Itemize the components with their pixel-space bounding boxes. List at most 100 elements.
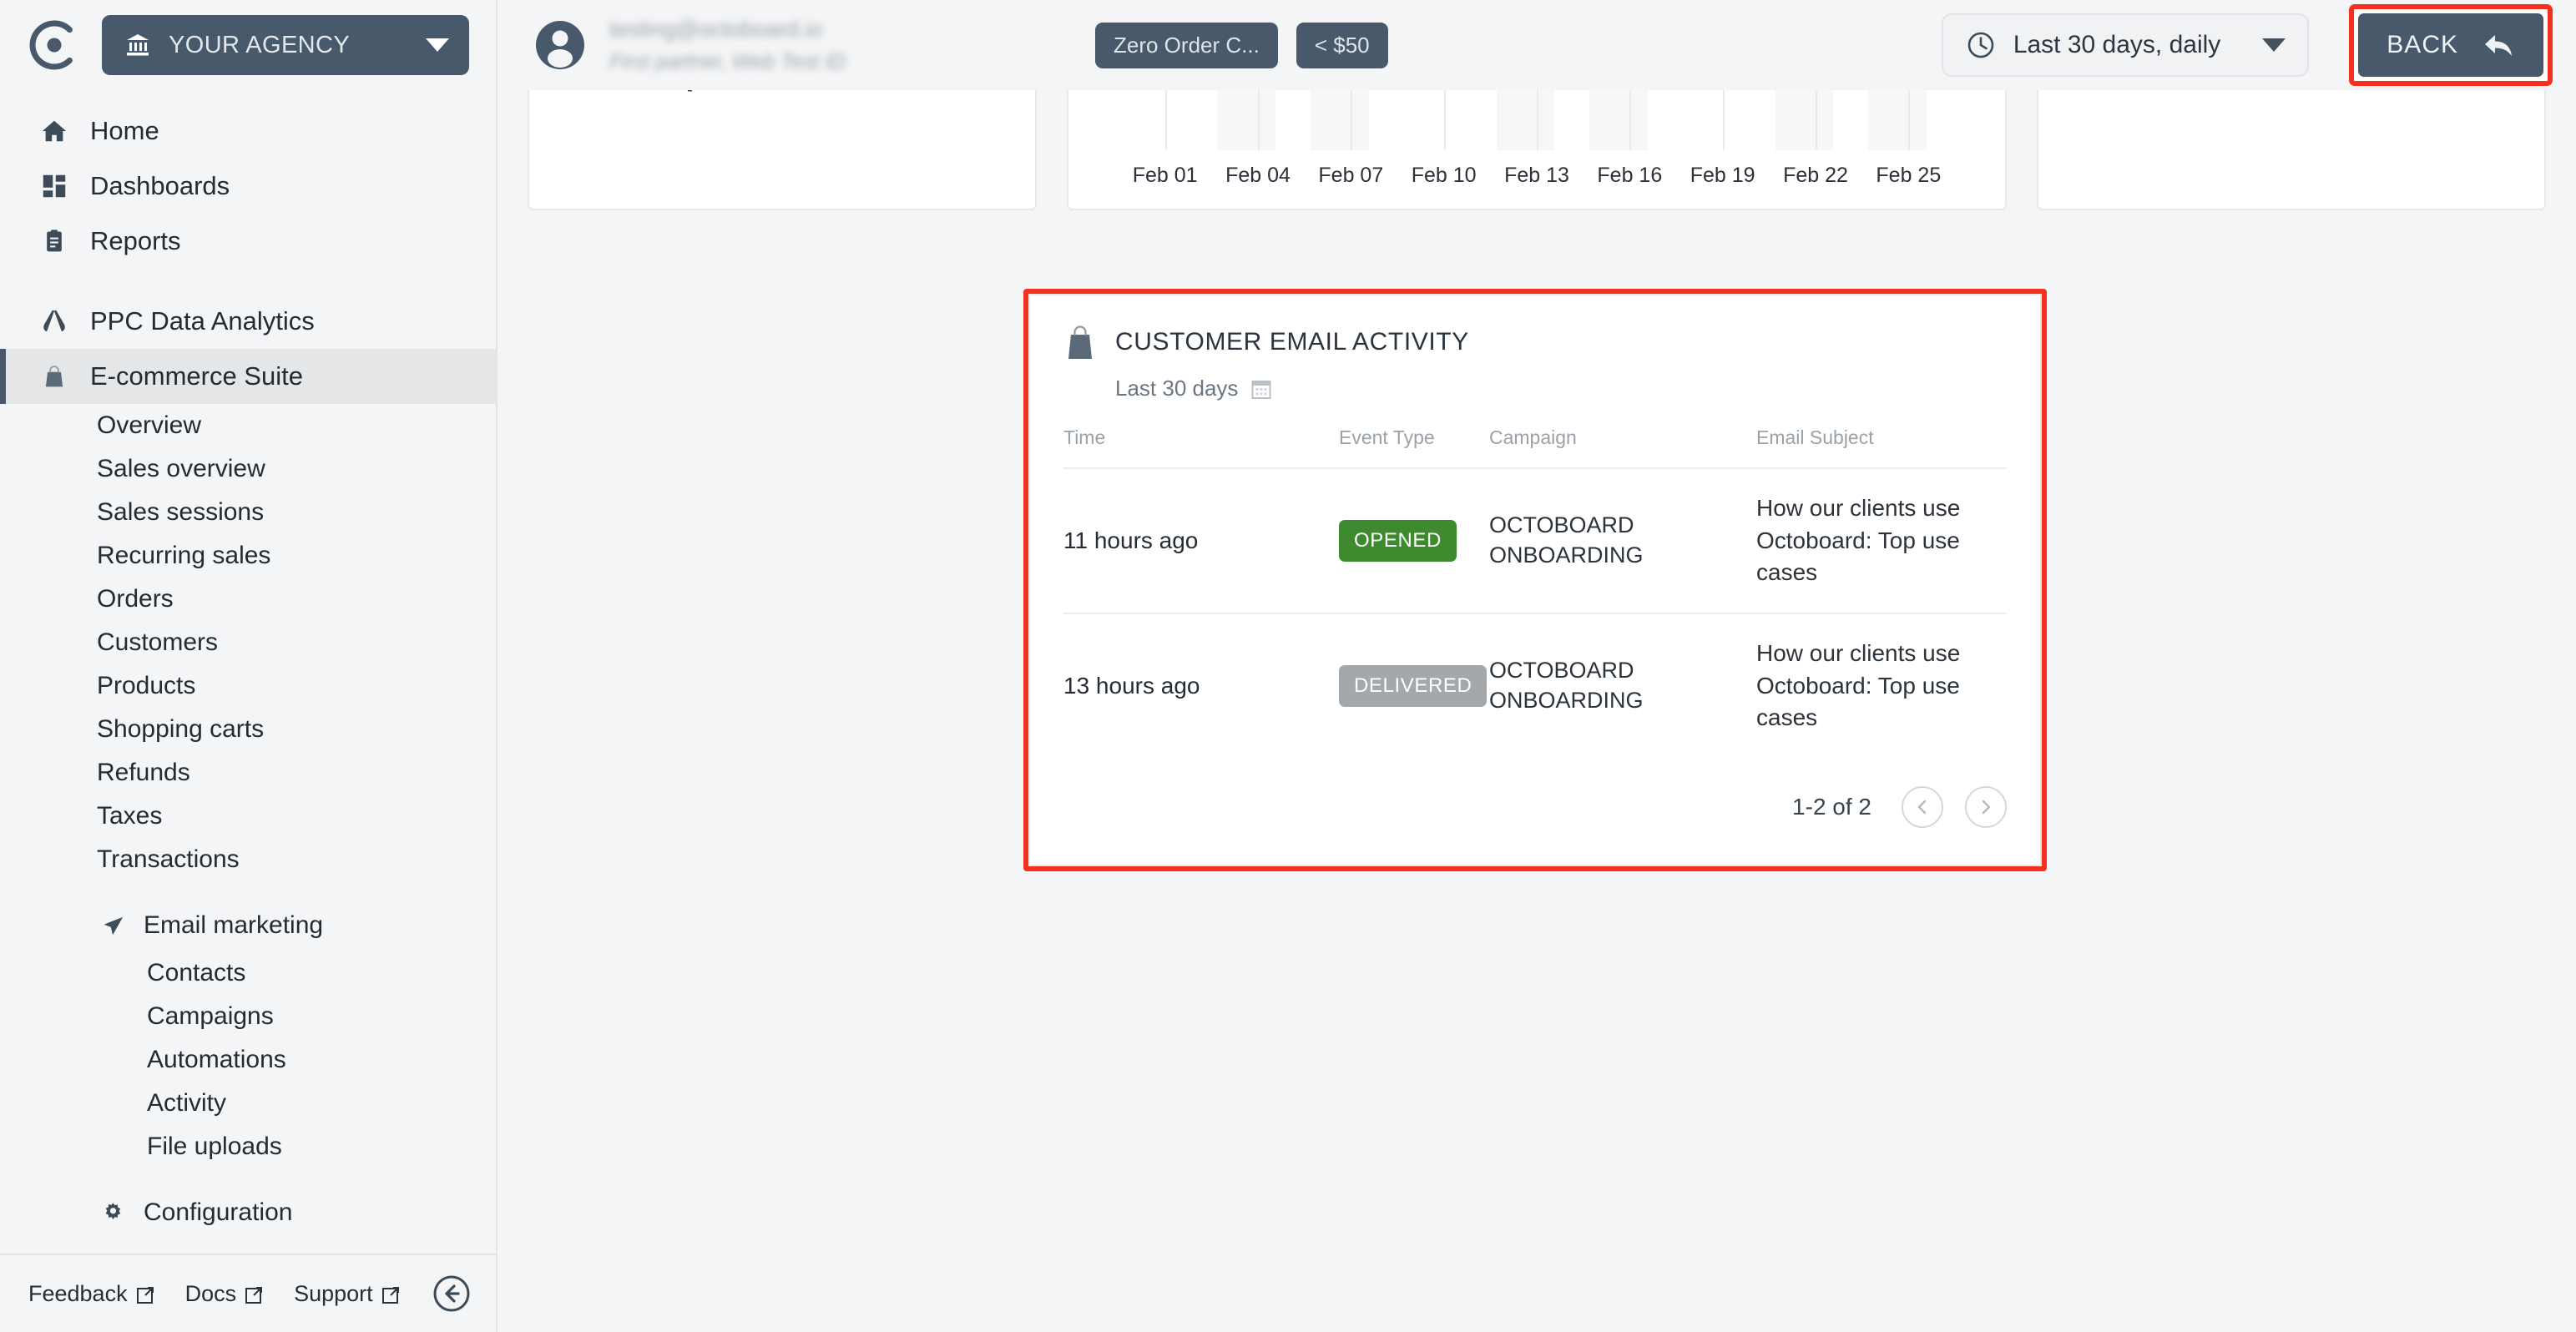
main-content: 0 / period Feb 01 Feb 04 Feb 07 Feb 10 Feb 1… bbox=[498, 90, 2576, 1332]
kpi-value-row: 0 / period bbox=[573, 90, 815, 93]
sidebar-item-shopping-carts[interactable]: Shopping carts bbox=[0, 708, 496, 751]
top-bar-left: YOUR AGENCY bbox=[0, 0, 498, 90]
status-badge: DELIVERED bbox=[1339, 664, 1488, 707]
sidebar-subitem-label: Orders bbox=[97, 585, 174, 613]
chart-x-tick-label: Feb 07 bbox=[1318, 164, 1384, 187]
calendar-icon[interactable] bbox=[1251, 378, 1271, 400]
back-button[interactable]: BACK bbox=[2358, 13, 2543, 77]
sidebar-subitem-label: Refunds bbox=[97, 759, 190, 786]
ppc-analytics-icon bbox=[40, 307, 68, 336]
secondary-widget[interactable] bbox=[2037, 90, 2546, 210]
table-row[interactable]: 11 hours ago OPENED OCTOBOARD ONBOARDING… bbox=[1063, 467, 2007, 613]
kpi-value: 0 bbox=[621, 90, 647, 93]
chart-x-tick-label: Feb 01 bbox=[1132, 164, 1198, 187]
sidebar-item-reports[interactable]: Reports bbox=[0, 214, 496, 269]
sidebar-item-campaigns[interactable]: Campaigns bbox=[0, 995, 496, 1038]
back-button-label: BACK bbox=[2387, 31, 2458, 58]
sidebar-item-transactions[interactable]: Transactions bbox=[0, 838, 496, 881]
back-button-highlight: BACK bbox=[2349, 4, 2553, 86]
chart-x-axis: Feb 01 Feb 04 Feb 07 Feb 10 Feb 13 Feb 16 Feb … bbox=[1068, 150, 2005, 209]
external-link-icon bbox=[245, 1284, 264, 1304]
collapse-left-arrow-icon[interactable] bbox=[432, 1274, 471, 1313]
sidebar-item-dashboards[interactable]: Dashboards bbox=[0, 159, 496, 214]
chart-weekend-band bbox=[1775, 90, 1834, 150]
chart-weekend-band bbox=[1496, 90, 1555, 150]
sidebar-item-label: PPC Data Analytics bbox=[90, 306, 315, 336]
back-arrow-icon bbox=[2483, 31, 2515, 59]
kpi-widget[interactable]: 0 / period bbox=[528, 90, 1037, 210]
sidebar-item-connections[interactable]: Connections bbox=[0, 1239, 496, 1254]
sidebar-footer: Feedback Docs Support bbox=[0, 1254, 496, 1332]
column-header-email-subject: Email Subject bbox=[1756, 426, 1874, 448]
footer-link-docs[interactable]: Docs bbox=[185, 1281, 265, 1307]
user-avatar-icon[interactable] bbox=[534, 19, 586, 71]
external-link-icon bbox=[136, 1284, 155, 1304]
sidebar-item-file-uploads[interactable]: File uploads bbox=[0, 1125, 496, 1168]
footer-link-feedback[interactable]: Feedback bbox=[28, 1281, 155, 1307]
sidebar-subitem-label: Taxes bbox=[97, 802, 163, 830]
filter-pill-price[interactable]: < $50 bbox=[1296, 22, 1388, 68]
chart-x-tick-label: Feb 04 bbox=[1225, 164, 1291, 187]
email-activity-table: Time Event Type Campaign Email Subject 1… bbox=[1063, 426, 2007, 758]
bank-icon bbox=[125, 33, 150, 58]
activity-card-header: CUSTOMER EMAIL ACTIVITY bbox=[1063, 324, 2007, 361]
agency-selector[interactable]: YOUR AGENCY bbox=[102, 15, 469, 75]
dashboards-grid-icon bbox=[40, 172, 68, 200]
octoboard-logo-icon[interactable] bbox=[28, 19, 80, 71]
sidebar-item-products[interactable]: Products bbox=[0, 664, 496, 708]
sidebar-item-label: Home bbox=[90, 116, 159, 145]
sidebar-item-overview[interactable]: Overview bbox=[0, 404, 496, 447]
footer-link-label: Docs bbox=[184, 1280, 237, 1306]
table-row[interactable]: 13 hours ago DELIVERED OCTOBOARD ONBOARD… bbox=[1063, 612, 2007, 758]
column-header-event-type: Event Type bbox=[1339, 426, 1435, 448]
sidebar-item-home[interactable]: Home bbox=[0, 103, 496, 159]
sidebar-item-taxes[interactable]: Taxes bbox=[0, 795, 496, 838]
sidebar-item-recurring-sales[interactable]: Recurring sales bbox=[0, 534, 496, 578]
sidebar-item-email-marketing[interactable]: Email marketing bbox=[0, 900, 496, 951]
cell-time: 11 hours ago bbox=[1063, 467, 1339, 613]
chart-x-tick-label: Feb 19 bbox=[1690, 164, 1755, 187]
cell-email-subject: How our clients use Octoboard: Top use c… bbox=[1756, 612, 2007, 758]
customer-email-activity-highlight: CUSTOMER EMAIL ACTIVITY Last 30 days Tim… bbox=[1023, 289, 2047, 871]
chevron-left-icon bbox=[1917, 800, 1927, 814]
plug-icon bbox=[98, 1250, 127, 1254]
sidebar-item-automations[interactable]: Automations bbox=[0, 1038, 496, 1082]
sidebar-item-refunds[interactable]: Refunds bbox=[0, 751, 496, 795]
sidebar-item-orders[interactable]: Orders bbox=[0, 578, 496, 621]
sidebar-item-contacts[interactable]: Contacts bbox=[0, 951, 496, 995]
sidebar-item-ppc-data-analytics[interactable]: PPC Data Analytics bbox=[0, 294, 496, 349]
chart-gridline bbox=[1443, 90, 1446, 150]
chart-x-tick-label: Feb 16 bbox=[1597, 164, 1663, 187]
chart-x-tick-label: Feb 13 bbox=[1504, 164, 1569, 187]
chart-gridline bbox=[1164, 90, 1167, 150]
chart-weekend-band bbox=[1310, 90, 1369, 150]
sidebar-item-configuration[interactable]: Configuration bbox=[0, 1187, 496, 1239]
sidebar-item-label: Configuration bbox=[144, 1198, 293, 1226]
sidebar-subitem-label: Products bbox=[97, 672, 196, 699]
footer-link-support[interactable]: Support bbox=[294, 1281, 401, 1307]
chart-gridline bbox=[1351, 90, 1353, 150]
date-range-selector[interactable]: Last 30 days, daily bbox=[1941, 13, 2310, 77]
sidebar-item-e-commerce-suite[interactable]: E-commerce Suite bbox=[0, 349, 496, 404]
sidebar-item-activity[interactable]: Activity bbox=[0, 1082, 496, 1125]
column-header-time: Time bbox=[1063, 426, 1106, 448]
shopping-bag-icon bbox=[40, 362, 68, 391]
sidebar-item-customers[interactable]: Customers bbox=[0, 621, 496, 664]
sidebar-subitem-label: Transactions bbox=[97, 845, 240, 873]
chart-gridline bbox=[1908, 90, 1911, 150]
chart-gridline bbox=[1258, 90, 1260, 150]
customer-email-activity-card: CUSTOMER EMAIL ACTIVITY Last 30 days Tim… bbox=[1028, 294, 2042, 866]
sidebar-item-label: Reports bbox=[90, 226, 181, 255]
sidebar-item-sales-sessions[interactable]: Sales sessions bbox=[0, 491, 496, 534]
chart-x-tick-label: Feb 10 bbox=[1411, 164, 1477, 187]
pagination-next-button[interactable] bbox=[1965, 785, 2007, 828]
sidebar-item-sales-overview[interactable]: Sales overview bbox=[0, 447, 496, 491]
pagination-prev-button[interactable] bbox=[1902, 785, 1943, 828]
top-bar: YOUR AGENCY testing@octoboard.io First p… bbox=[0, 0, 2576, 90]
filter-pill-zero-order[interactable]: Zero Order C... bbox=[1095, 22, 1278, 68]
timeseries-chart-widget[interactable]: Feb 01 Feb 04 Feb 07 Feb 10 Feb 13 Feb 16 Feb … bbox=[1067, 90, 2007, 210]
user-meta-redacted: First partner, Web Test ID bbox=[609, 49, 846, 73]
clock-icon bbox=[1967, 31, 1995, 59]
sidebar-subitem-label: Overview bbox=[97, 411, 202, 439]
sidebar-subitem-label: Automations bbox=[147, 1046, 286, 1073]
